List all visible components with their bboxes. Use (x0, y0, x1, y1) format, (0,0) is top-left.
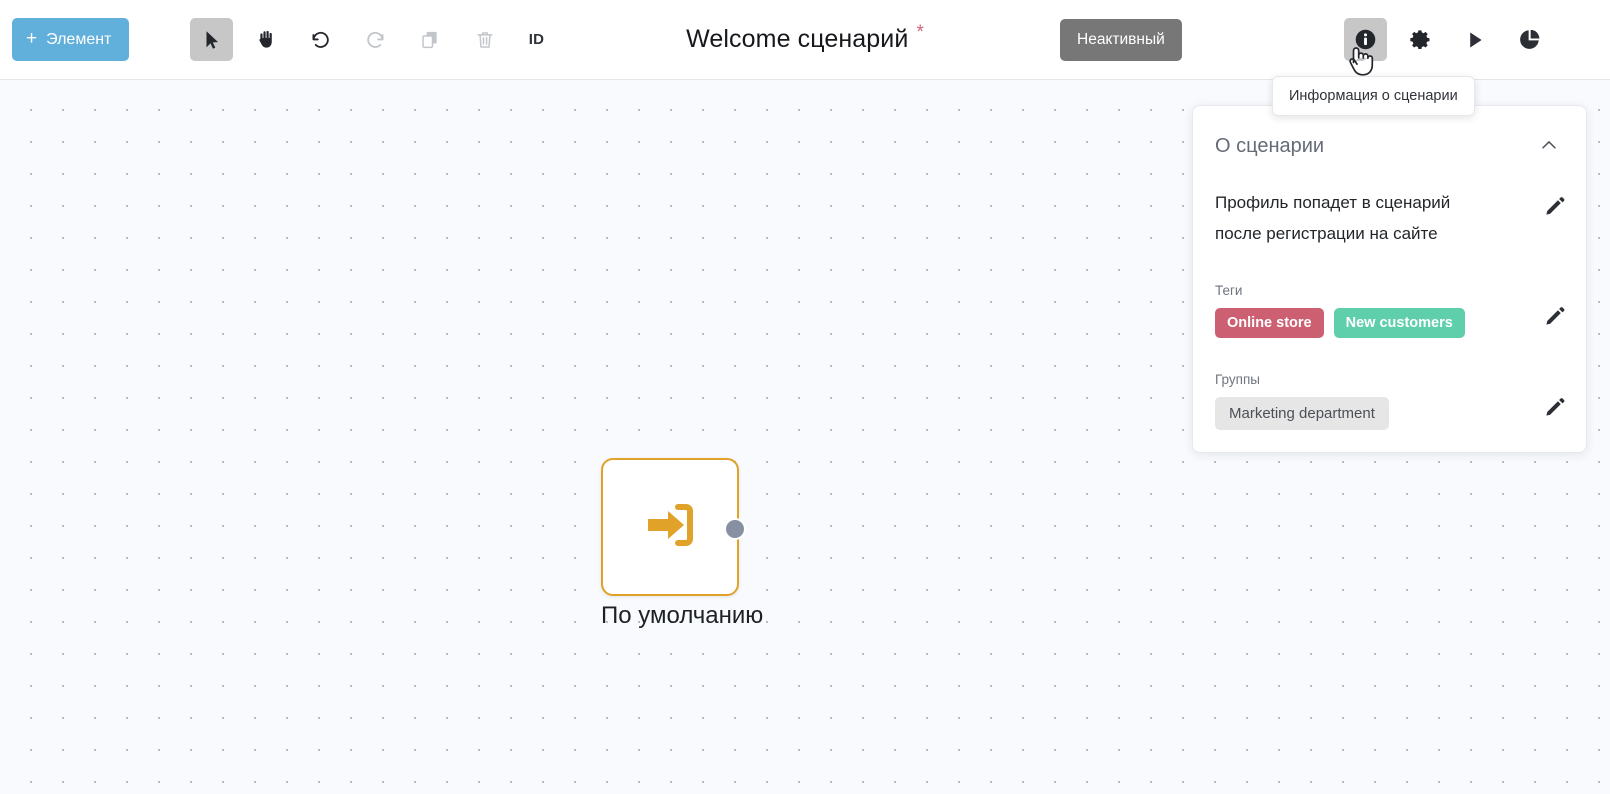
entry-point-icon (638, 493, 702, 562)
pencil-icon (1544, 305, 1566, 330)
scenario-info-button[interactable] (1344, 18, 1387, 61)
info-circle-icon (1353, 27, 1378, 52)
id-tool-button[interactable]: ID (515, 18, 558, 61)
group-chip-marketing-department[interactable]: Marketing department (1215, 397, 1389, 430)
top-toolbar: + Элемент ID Welcome сценарий * Неактивн… (0, 0, 1610, 80)
scenario-editor-app: + Элемент ID Welcome сценарий * Неактивн… (0, 0, 1610, 794)
plus-icon: + (26, 28, 38, 49)
scenario-description: Профиль попадет в сценарий после регистр… (1215, 193, 1451, 243)
scenario-settings-button[interactable] (1399, 18, 1442, 61)
groups-label: Группы (1215, 372, 1260, 387)
status-badge-label: Неактивный (1077, 31, 1165, 48)
status-badge[interactable]: Неактивный (1060, 19, 1182, 61)
trash-icon (474, 29, 496, 51)
undo-tool-button[interactable] (299, 18, 342, 61)
scenario-stats-button[interactable] (1508, 18, 1551, 61)
info-panel-groups-row: Группы Marketing department (1193, 338, 1586, 430)
copy-icon (419, 29, 441, 51)
hand-icon (255, 28, 278, 51)
redo-tool-button[interactable] (354, 18, 397, 61)
cursor-arrow-icon (201, 29, 223, 51)
add-element-button[interactable]: + Элемент (12, 18, 130, 61)
info-panel-description-row: Профиль попадет в сценарий после регистр… (1193, 169, 1586, 249)
gear-icon (1409, 28, 1433, 52)
scenario-run-button[interactable] (1453, 18, 1496, 61)
pan-tool-button[interactable] (245, 18, 288, 61)
undo-arrow-icon (309, 28, 332, 51)
tags-chip-list: Online store New customers (1215, 308, 1540, 338)
scenario-info-tooltip: Информация о сценарии (1272, 76, 1475, 116)
scenario-info-panel: О сценарии Профиль попадет в сценарий по… (1192, 105, 1587, 453)
tooltip-text: Информация о сценарии (1289, 88, 1458, 104)
tags-label: Теги (1215, 283, 1243, 298)
id-text-icon: ID (528, 31, 545, 48)
delete-tool-button[interactable] (463, 18, 506, 61)
canvas-node-label: По умолчанию (601, 602, 764, 629)
select-tool-button[interactable] (190, 18, 233, 61)
groups-chip-list: Marketing department (1215, 397, 1540, 430)
add-element-label: Элемент (46, 30, 112, 48)
edit-tags-button[interactable] (1540, 301, 1570, 334)
chevron-up-icon (1538, 134, 1560, 159)
page-title[interactable]: Welcome сценарий (686, 25, 908, 54)
pie-chart-icon (1518, 28, 1541, 51)
tag-chip-online-store[interactable]: Online store (1215, 308, 1324, 338)
pencil-icon (1544, 195, 1566, 220)
node-output-port[interactable] (724, 518, 746, 540)
tag-chip-new-customers[interactable]: New customers (1333, 308, 1465, 338)
info-panel-tags-row: Теги Online store New customers (1193, 249, 1586, 338)
canvas-node-entry-point[interactable] (601, 458, 746, 596)
copy-tool-button[interactable] (408, 18, 451, 61)
unsaved-marker: * (916, 21, 924, 43)
play-triangle-icon (1464, 29, 1486, 51)
redo-arrow-icon (364, 28, 387, 51)
edit-description-button[interactable] (1540, 191, 1570, 224)
pencil-icon (1544, 396, 1566, 421)
edit-groups-button[interactable] (1540, 392, 1570, 425)
info-panel-title: О сценарии (1215, 135, 1325, 157)
info-panel-collapse-button[interactable] (1534, 130, 1564, 163)
